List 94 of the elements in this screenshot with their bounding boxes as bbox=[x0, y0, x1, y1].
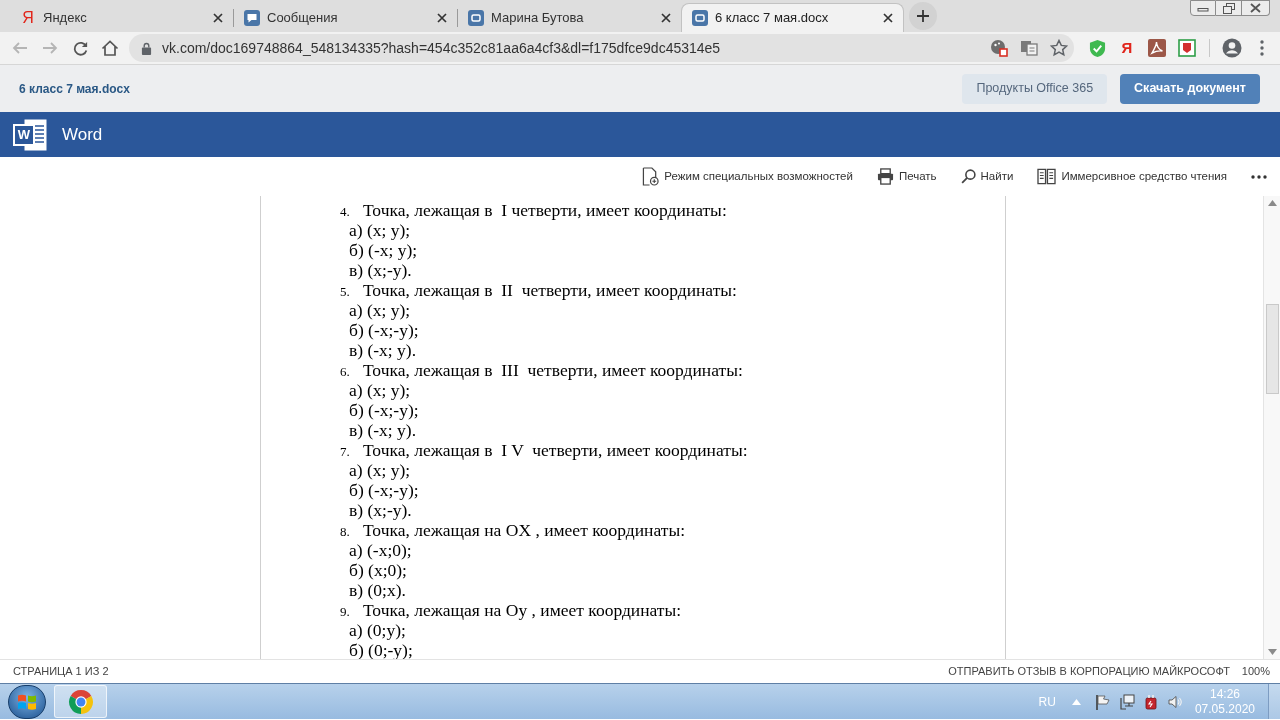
logo-letter: W bbox=[13, 123, 35, 146]
close-icon[interactable] bbox=[213, 12, 223, 23]
answer-option: а) (x; y); bbox=[349, 300, 411, 320]
printer-icon bbox=[876, 168, 894, 185]
scrollbar-thumb[interactable] bbox=[1265, 304, 1279, 394]
clock-date: 07.05.2020 bbox=[1194, 701, 1255, 717]
taskbar-browser-button[interactable] bbox=[54, 685, 107, 718]
network-icon[interactable] bbox=[1118, 693, 1135, 710]
print-button[interactable]: Печать bbox=[876, 163, 937, 190]
plus-icon bbox=[917, 10, 929, 22]
cookie-blocked-icon bbox=[990, 39, 1008, 57]
more-icon bbox=[1251, 174, 1267, 179]
document-title: 6 класс 7 мая.docx bbox=[19, 80, 130, 98]
answer-option: в) (-x; y). bbox=[349, 340, 417, 360]
answer-option: в) (x;-y). bbox=[349, 260, 412, 280]
extension-button[interactable]: Я bbox=[1113, 34, 1141, 62]
close-icon[interactable] bbox=[661, 12, 671, 23]
answer-option: б) (-x;-y); bbox=[349, 400, 419, 420]
question-number: 5. bbox=[340, 283, 351, 301]
lock-icon bbox=[141, 41, 152, 55]
more-vertical-icon bbox=[1260, 40, 1264, 56]
star-icon bbox=[1050, 39, 1068, 57]
flag-icon[interactable] bbox=[1094, 693, 1111, 710]
immersive-reader-button[interactable]: Иммерсивное средство чтения bbox=[1037, 163, 1227, 190]
close-icon[interactable] bbox=[883, 13, 893, 23]
browser-tab[interactable]: Сообщения bbox=[234, 3, 457, 32]
search-icon bbox=[960, 169, 976, 184]
shield-check-icon bbox=[1088, 38, 1106, 58]
question-text: Точка, лежащая в II четверти, имеет координаты: bbox=[363, 280, 737, 300]
answer-option: в) (0;x). bbox=[349, 580, 406, 600]
address-bar[interactable]: vk.com/doc169748864_548134335?hash=454c352c81aa6a4cf3&dl=f175dfce9dc45314e5 bbox=[129, 34, 1074, 62]
document-badge-icon bbox=[642, 167, 660, 186]
translate-icon bbox=[1020, 39, 1038, 57]
answer-option: б) (-x; y); bbox=[349, 240, 418, 260]
answer-option: в) (-x; y). bbox=[349, 420, 417, 440]
question-number: 6. bbox=[340, 363, 351, 381]
answer-option: а) (0;y); bbox=[349, 620, 406, 640]
browser-tab[interactable]: 6 класс 7 мая.docx bbox=[681, 3, 904, 32]
question-number: 7. bbox=[340, 443, 351, 461]
pdf-icon bbox=[1148, 39, 1166, 57]
site-logo-icon bbox=[468, 9, 484, 26]
chat-bubble-icon bbox=[244, 9, 260, 26]
answer-option: б) (x;0); bbox=[349, 560, 407, 580]
find-button[interactable]: Найти bbox=[960, 163, 1014, 190]
answer-option: б) (-x;-y); bbox=[349, 480, 419, 500]
answer-option: б) (0;-y); bbox=[349, 640, 413, 659]
restore-button[interactable] bbox=[1216, 0, 1242, 16]
question-number: 8. bbox=[340, 523, 351, 541]
download-button[interactable]: Скачать документ bbox=[1120, 73, 1260, 104]
question-number: 4. bbox=[340, 203, 351, 221]
question-text: Точка, лежащая на Oy , имеет координаты: bbox=[363, 600, 682, 620]
answer-option: а) (-x;0); bbox=[349, 540, 412, 560]
clock-time: 14:26 bbox=[1209, 686, 1240, 702]
question-text: Точка, лежащая в I четверти, имеет координаты: bbox=[363, 200, 727, 220]
site-logo-icon bbox=[692, 10, 708, 26]
home-icon bbox=[101, 39, 119, 57]
profile-icon bbox=[1222, 38, 1242, 58]
office-products-button[interactable]: Продукты Office 365 bbox=[962, 73, 1108, 104]
scroll-up-icon[interactable] bbox=[1267, 200, 1277, 206]
scroll-down-icon[interactable] bbox=[1267, 649, 1277, 655]
four-pane-logo-icon bbox=[17, 692, 37, 711]
shield-badge-icon bbox=[1178, 39, 1196, 57]
app-name: Word bbox=[62, 123, 103, 146]
answer-option: а) (x; y); bbox=[349, 220, 411, 240]
question-number: 9. bbox=[340, 603, 351, 621]
question-text: Точка, лежащая в III четверти, имеет координаты: bbox=[363, 360, 743, 380]
bookmark-button[interactable] bbox=[1050, 39, 1068, 57]
zoom-level[interactable]: 100% bbox=[1241, 663, 1270, 680]
close-icon bbox=[1250, 3, 1261, 13]
speaker-icon[interactable] bbox=[1166, 693, 1183, 710]
start-button[interactable] bbox=[8, 684, 46, 719]
browser-tab[interactable]: Я Яндекс bbox=[10, 3, 233, 32]
accessibility-mode-button[interactable]: Режим специальных возможностей bbox=[642, 163, 853, 190]
question-text: Точка, лежащая на OX , имеет координаты: bbox=[363, 520, 685, 540]
feedback-link[interactable]: ОТПРАВИТЬ ОТЗЫВ В КОРПОРАЦИЮ МАЙКРОСОФТ bbox=[948, 663, 1230, 680]
favicon-letter: Я bbox=[21, 9, 35, 26]
minimize-button[interactable] bbox=[1190, 0, 1216, 16]
reload-icon bbox=[71, 39, 89, 57]
site-settings-button[interactable] bbox=[990, 39, 1008, 57]
browser-logo-icon bbox=[67, 688, 94, 715]
page-indicator: СТРАНИЦА 1 ИЗ 2 bbox=[13, 664, 109, 680]
answer-option: а) (x; y); bbox=[349, 380, 411, 400]
book-icon bbox=[1037, 168, 1057, 185]
question-text: Точка, лежащая в I V четверти, имеет координаты: bbox=[363, 440, 748, 460]
power-icon[interactable] bbox=[1142, 693, 1159, 710]
answer-option: а) (x; y); bbox=[349, 460, 411, 480]
answer-option: в) (x;-y). bbox=[349, 500, 412, 520]
close-icon[interactable] bbox=[437, 12, 447, 23]
new-tab-button[interactable] bbox=[909, 2, 937, 30]
close-window-button[interactable] bbox=[1242, 0, 1270, 16]
answer-option: б) (-x;-y); bbox=[349, 320, 419, 340]
restore-icon bbox=[1222, 2, 1235, 14]
browser-tab[interactable]: Марина Бутова bbox=[458, 3, 681, 32]
translate-button[interactable] bbox=[1020, 39, 1038, 57]
